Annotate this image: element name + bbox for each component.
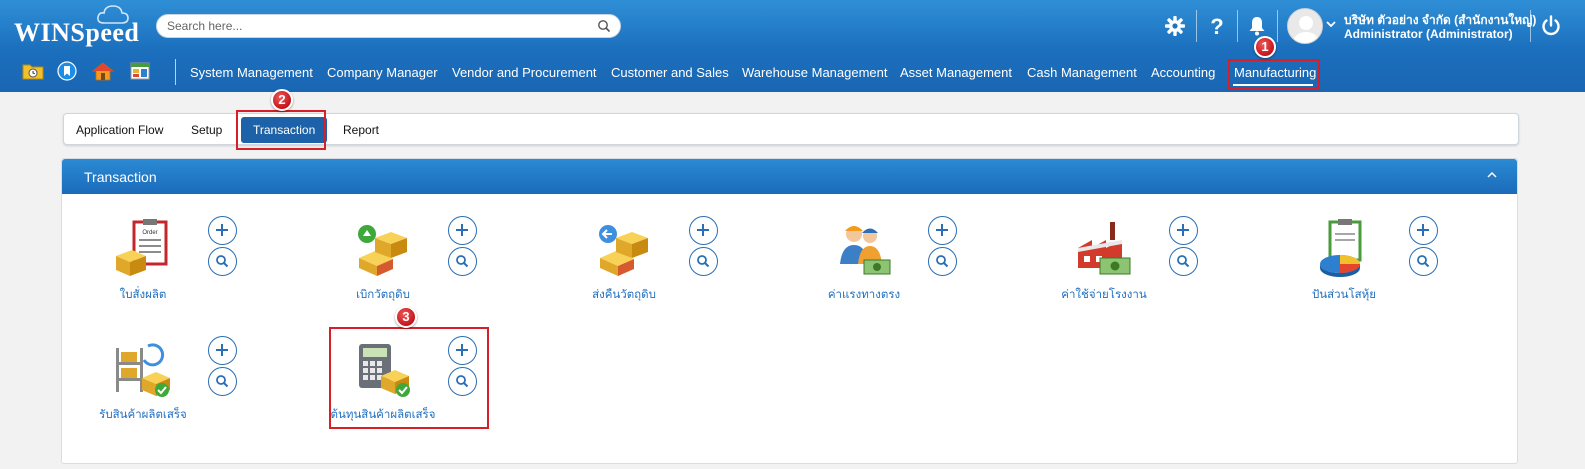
user-role: Administrator (Administrator) <box>1344 27 1513 41</box>
search-icon[interactable] <box>597 19 611 33</box>
nav-divider <box>175 59 176 85</box>
magnifier-icon <box>216 255 229 268</box>
finished-goods-receipt-icon[interactable] <box>112 338 174 400</box>
add-button[interactable] <box>208 216 237 245</box>
tab-transaction[interactable]: Transaction <box>241 117 328 143</box>
cloud-icon <box>97 5 129 24</box>
header-divider <box>1530 10 1531 42</box>
annotation-marker-2: 2 <box>271 89 293 111</box>
plus-icon <box>216 224 228 236</box>
nav-customer-sales[interactable]: Customer and Sales <box>611 65 729 80</box>
top-header: WINSpeed ? <box>0 0 1585 92</box>
magnifier-icon <box>697 255 710 268</box>
magnifier-icon <box>1417 255 1430 268</box>
nav-accounting[interactable]: Accounting <box>1151 65 1215 80</box>
folder-clock-icon[interactable] <box>22 61 44 81</box>
find-button[interactable] <box>1169 247 1198 276</box>
svg-text:Order: Order <box>142 230 157 236</box>
nav-asset-management[interactable]: Asset Management <box>900 65 1012 80</box>
search-box[interactable] <box>156 14 621 38</box>
overhead-allocation-icon[interactable] <box>1314 218 1376 280</box>
transaction-panel: Transaction <box>61 158 1518 464</box>
add-button[interactable] <box>1409 216 1438 245</box>
nav-manufacturing[interactable]: Manufacturing <box>1234 65 1316 80</box>
plus-icon <box>697 224 709 236</box>
nav-cash-management[interactable]: Cash Management <box>1027 65 1137 80</box>
panel-header[interactable]: Transaction <box>62 159 1517 194</box>
direct-labor-icon[interactable] <box>834 218 896 280</box>
tile-label[interactable]: ใบสั่งผลิต <box>63 286 223 304</box>
search-input[interactable] <box>167 15 587 37</box>
find-button[interactable] <box>689 247 718 276</box>
plus-icon <box>216 344 228 356</box>
tile-label[interactable]: เบิกวัตถุดิบ <box>303 286 463 304</box>
add-button[interactable] <box>448 336 477 365</box>
chevron-up-icon[interactable] <box>1487 171 1497 179</box>
header-divider <box>1196 10 1197 42</box>
add-button[interactable] <box>1169 216 1198 245</box>
header-divider <box>1277 10 1278 42</box>
plus-icon <box>936 224 948 236</box>
tile-label[interactable]: ต้นทุนสินค้าผลิตเสร็จ <box>303 406 463 424</box>
find-button[interactable] <box>448 367 477 396</box>
plus-icon <box>456 224 468 236</box>
find-button[interactable] <box>208 247 237 276</box>
magnifier-icon <box>216 375 229 388</box>
nav-company-manager[interactable]: Company Manager <box>327 65 438 80</box>
tile-label[interactable]: ค่าแรงทางตรง <box>784 286 944 304</box>
bookmark-icon[interactable] <box>56 61 78 81</box>
gear-icon[interactable] <box>1163 14 1187 38</box>
module-tabs-bar: Application Flow Setup Transaction Repor… <box>63 113 1519 145</box>
power-icon[interactable] <box>1539 14 1563 38</box>
tab-setup[interactable]: Setup <box>191 123 222 137</box>
tab-report[interactable]: Report <box>343 123 379 137</box>
magnifier-icon <box>456 255 469 268</box>
magnifier-icon <box>936 255 949 268</box>
panel-title: Transaction <box>84 169 157 185</box>
svg-text:?: ? <box>1210 14 1223 38</box>
header-divider <box>1237 10 1238 42</box>
factory-overhead-icon[interactable] <box>1074 218 1136 280</box>
production-order-icon[interactable]: Order <box>112 218 174 280</box>
plus-icon <box>456 344 468 356</box>
bell-icon[interactable] <box>1245 14 1269 38</box>
home-icon[interactable] <box>92 61 114 81</box>
tile-label[interactable]: ค่าใช้จ่ายโรงงาน <box>1024 286 1184 304</box>
chevron-down-icon[interactable] <box>1326 20 1336 28</box>
nav-warehouse-management[interactable]: Warehouse Management <box>742 65 888 80</box>
add-button[interactable] <box>689 216 718 245</box>
find-button[interactable] <box>208 367 237 396</box>
magnifier-icon <box>1177 255 1190 268</box>
annotation-marker-3: 3 <box>395 306 417 328</box>
tab-application-flow[interactable]: Application Flow <box>76 123 163 137</box>
avatar[interactable] <box>1287 8 1323 44</box>
tile-label[interactable]: ส่งคืนวัตถุดิบ <box>544 286 704 304</box>
magnifier-icon <box>456 375 469 388</box>
dashboard-icon[interactable] <box>129 61 151 81</box>
add-button[interactable] <box>448 216 477 245</box>
plus-icon <box>1177 224 1189 236</box>
tile-label[interactable]: รับสินค้าผลิตเสร็จ <box>63 406 223 424</box>
add-button[interactable] <box>208 336 237 365</box>
nav-system-management[interactable]: System Management <box>190 65 313 80</box>
annotation-marker-1: 1 <box>1254 36 1276 58</box>
find-button[interactable] <box>928 247 957 276</box>
add-button[interactable] <box>928 216 957 245</box>
tile-label[interactable]: ปันส่วนโสหุ้ย <box>1264 286 1424 304</box>
plus-icon <box>1417 224 1429 236</box>
help-icon[interactable]: ? <box>1205 14 1229 38</box>
user-silhouette-icon <box>1292 16 1320 43</box>
find-button[interactable] <box>448 247 477 276</box>
find-button[interactable] <box>1409 247 1438 276</box>
active-nav-underline <box>1233 84 1313 86</box>
finished-goods-cost-icon[interactable] <box>353 338 415 400</box>
nav-vendor-procurement[interactable]: Vendor and Procurement <box>452 65 597 80</box>
material-issue-icon[interactable] <box>353 218 415 280</box>
material-return-icon[interactable] <box>594 218 656 280</box>
